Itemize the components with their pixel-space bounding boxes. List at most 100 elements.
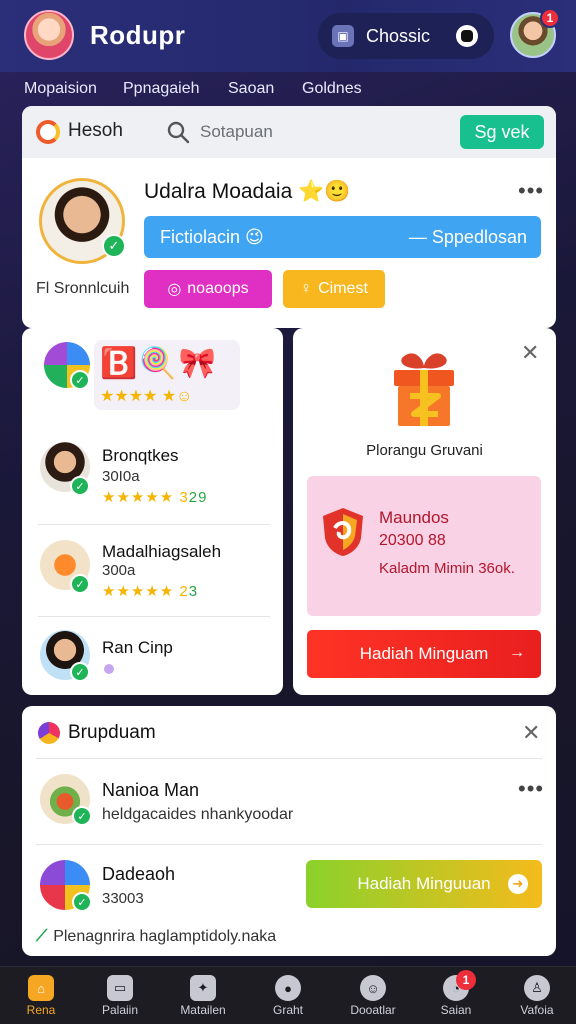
- arrow-right-icon: →: [509, 644, 525, 661]
- reward-caption: Plorangu Gruvani: [366, 442, 483, 459]
- nav-label: Saian: [440, 1003, 472, 1017]
- avatar[interactable]: [24, 10, 74, 60]
- gamepad-icon: ▣: [332, 25, 354, 47]
- gift-box-icon: [394, 353, 454, 426]
- nav-notification-badge: 1: [456, 970, 476, 990]
- app-title: Rodupr: [90, 20, 186, 50]
- status-bar-button[interactable]: Fictiolacin 😉 — Sppedlosan: [144, 216, 541, 258]
- camera-icon: ◎: [167, 281, 182, 298]
- sign-button[interactable]: Sg vek: [460, 115, 544, 149]
- list-item-title[interactable]: Madalhiagsaleh: [102, 542, 221, 562]
- feed-card: Brupduam ✕ ✓ Nanioa Man heldgacaides nha…: [22, 706, 556, 956]
- brand-logo-icon: [36, 120, 60, 144]
- verified-icon: ✓: [72, 806, 92, 826]
- verified-icon: ✓: [70, 574, 90, 594]
- user-name: Udalra Moadaia ⭐🙂: [144, 180, 351, 203]
- choose-button[interactable]: ▣ Chossic: [318, 13, 494, 59]
- home-icon: ⌂: [28, 975, 54, 1001]
- status-left-label: Fictiolacin 😉: [160, 227, 264, 247]
- reward-card: ✕ Plorangu Gruvani Maundos 20300 88 Kala…: [293, 328, 556, 695]
- search-input[interactable]: Sotapuan: [200, 122, 273, 142]
- online-dot: [104, 664, 114, 674]
- verified-icon: ✓: [102, 234, 126, 258]
- pin-icon: ♀: [300, 280, 313, 297]
- subnav-item-ppnagaieh[interactable]: Ppnagaieh: [123, 80, 200, 98]
- trend-icon: ⟋: [36, 928, 48, 945]
- divider: [38, 524, 270, 525]
- arrow-right-icon: ➜: [508, 874, 528, 894]
- weekly-reward-button[interactable]: Hadiah Minguam →: [307, 630, 541, 678]
- notification-badge: 1: [540, 8, 560, 28]
- nav-label: Dooatlar: [350, 1003, 396, 1017]
- badge-stars: ★★★★ ★☺: [100, 388, 193, 405]
- rating-stars: ★★★★★ 2: [102, 583, 189, 600]
- weekly-reward-label: Hadiah Minguam: [359, 644, 489, 663]
- more-options-icon[interactable]: •••: [518, 178, 544, 204]
- verified-icon: ✓: [70, 662, 90, 682]
- subnav-item-goldnes[interactable]: Goldnes: [302, 80, 362, 98]
- record-icon[interactable]: [456, 25, 478, 47]
- choose-label: Chossic: [366, 25, 431, 46]
- list-item-rating: ★★★★★ 329: [102, 488, 207, 506]
- badge-group: 🅱️🍭🎀 ★★★★ ★☺: [94, 340, 240, 410]
- bird-icon: ✦: [190, 975, 216, 1001]
- reward-title: Maundos: [379, 508, 449, 527]
- divider: [36, 844, 542, 845]
- verified-icon: ✓: [70, 370, 90, 390]
- search-strip: Hesoh Sotapuan Sg vek: [22, 106, 556, 158]
- verified-icon: ✓: [70, 476, 90, 496]
- user-icon: ●: [275, 975, 301, 1001]
- weekly-reward-button-green[interactable]: Hadiah Minguuan ➜: [306, 860, 542, 908]
- search-icon[interactable]: [166, 120, 190, 144]
- nav-label: Graht: [272, 1003, 303, 1017]
- list-item-title[interactable]: Ran Cinp: [102, 638, 173, 658]
- rating-score: 29: [188, 489, 208, 506]
- yellow-button[interactable]: ♀ Cimest: [283, 270, 385, 308]
- close-icon[interactable]: ✕: [521, 342, 539, 364]
- feed-item-title[interactable]: Nanioa Man: [102, 780, 199, 801]
- nav-item-dooatlar[interactable]: ☺ Dooatlar: [332, 967, 414, 1024]
- yellow-button-label: Cimest: [318, 280, 368, 297]
- shield-icon: [323, 508, 363, 556]
- nav-item-vafoia[interactable]: ♙ Vafoia: [496, 967, 576, 1024]
- nav-item-graht[interactable]: ● Graht: [247, 967, 329, 1024]
- sub-navigation: Mopaision Ppnagaieh Saoan Goldnes: [0, 72, 576, 106]
- face-icon: ☺: [360, 975, 386, 1001]
- rating-score: 3: [188, 583, 199, 600]
- magenta-button[interactable]: ◎ noaoops: [144, 270, 272, 308]
- nav-label: Rena: [26, 1003, 56, 1017]
- reward-description: Kaladm Mimin 36ok.: [379, 560, 515, 577]
- nav-label: Palaiin: [101, 1003, 139, 1017]
- badge-emojis: 🅱️🍭🎀: [100, 347, 219, 380]
- bottom-navigation: ⌂ Rena ▭ Palaiin ✦ Matailen ● Graht ☺ Do…: [0, 966, 576, 1024]
- brand-name: Hesoh: [68, 120, 123, 141]
- status-right-label: — Sppedlosan: [408, 227, 527, 247]
- close-icon[interactable]: ✕: [522, 722, 540, 744]
- feed-logo-icon: [38, 722, 60, 744]
- nav-item-matailen[interactable]: ✦ Matailen: [162, 967, 244, 1024]
- nav-label: Matailen: [180, 1003, 226, 1017]
- nav-item-palaiin[interactable]: ▭ Palaiin: [79, 967, 161, 1024]
- magenta-button-label: noaoops: [187, 280, 249, 297]
- list-item-count: 300a: [102, 562, 136, 579]
- subnav-item-mopaision[interactable]: Mopaision: [24, 80, 97, 98]
- reward-number: 20300 88: [379, 532, 446, 549]
- divider: [38, 616, 270, 617]
- feed-item-description: heldgacaides nhankyoodar: [102, 806, 294, 823]
- list-item-rating: ★★★★★ 23: [102, 582, 198, 600]
- feed-item-title[interactable]: Dadeaoh: [102, 864, 175, 885]
- footer-note: ⟋ Plenagnrira haglamptidoly.naka: [36, 928, 276, 946]
- reward-panel: Maundos 20300 88 Kaladm Mimin 36ok.: [307, 476, 541, 616]
- nav-item-home[interactable]: ⌂ Rena: [0, 967, 82, 1024]
- list-card: ✓ 🅱️🍭🎀 ★★★★ ★☺ ✓ Bronqtkes 30I0a ★★★★★ 3…: [22, 328, 283, 695]
- tablet-icon: ▭: [107, 975, 133, 1001]
- subnav-item-saoan[interactable]: Saoan: [228, 80, 274, 98]
- user-subtitle: Fl Sronnlcuih: [36, 280, 130, 297]
- footer-note-text: Plenagnrira haglamptidoly.naka: [53, 928, 277, 945]
- feed-title: Brupduam: [68, 722, 156, 743]
- more-options-icon[interactable]: •••: [518, 776, 544, 802]
- divider: [36, 758, 542, 759]
- list-item-title[interactable]: Bronqtkes: [102, 446, 179, 466]
- list-item-count: 30I0a: [102, 468, 140, 485]
- top-app-bar: Rodupr ▣ Chossic: [0, 0, 576, 72]
